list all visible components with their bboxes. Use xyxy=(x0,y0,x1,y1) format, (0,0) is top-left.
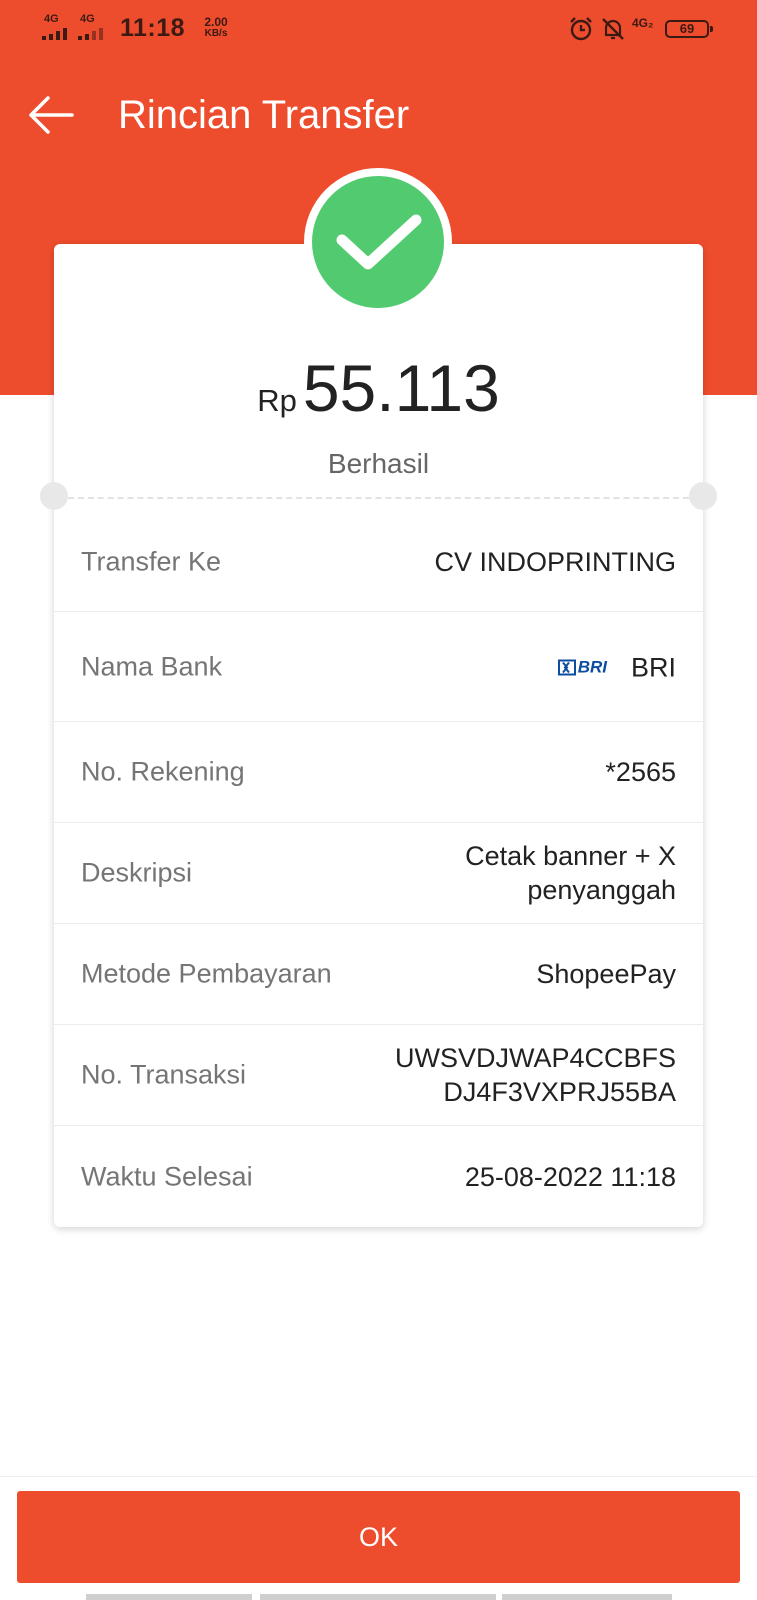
status-time: 11:18 xyxy=(120,14,186,42)
card-notch-left xyxy=(40,482,68,510)
detail-value: Cetak banner + X penyanggah xyxy=(465,841,676,905)
battery-level: 69 xyxy=(679,21,695,36)
card-notch-right xyxy=(689,482,717,510)
speed-value: 2.00 xyxy=(204,15,228,29)
arrow-left-icon xyxy=(29,96,74,134)
detail-label: Waktu Selesai xyxy=(81,1161,253,1191)
status-bar: 4G 4G 11:18 2.00 KB/s 4G₂ 69 xyxy=(0,0,757,60)
currency-label: Rp xyxy=(257,383,297,418)
network-type-1: 4G xyxy=(44,13,59,25)
footer-divider xyxy=(0,1476,757,1477)
nav-bar-segment xyxy=(502,1594,672,1600)
success-badge xyxy=(312,176,444,308)
signal-1-icon: 4G xyxy=(42,14,76,40)
detail-value-bank: BRI BRI xyxy=(346,649,676,684)
check-icon xyxy=(336,214,422,270)
detail-label: No. Transaksi xyxy=(81,1059,247,1090)
detail-label: Metode Pembayaran xyxy=(81,958,332,989)
signal-2-icon: 4G xyxy=(78,14,112,40)
dashed-divider xyxy=(68,497,689,499)
detail-label: Deskripsi xyxy=(81,857,193,888)
page-title: Rincian Transfer xyxy=(118,93,410,137)
bri-logo-icon: BRI xyxy=(557,650,607,684)
speed-unit: KB/s xyxy=(204,28,228,39)
nav-bar-segment xyxy=(260,1594,496,1600)
detail-row-nama-bank: Nama Bank BRI BRI xyxy=(54,612,703,722)
detail-value: ShopeePay xyxy=(536,959,676,989)
detail-row-deskripsi: Deskripsi Cetak banner + X penyanggah xyxy=(54,823,703,924)
bri-logo-text: BRI xyxy=(577,657,607,676)
nav-bar-segment xyxy=(86,1594,252,1600)
detail-value: 25-08-2022 11:18 xyxy=(464,1161,676,1192)
detail-label: Transfer Ke xyxy=(81,546,222,576)
network-type-2: 4G xyxy=(80,13,95,25)
transfer-amount: Rp55.113 xyxy=(0,350,757,426)
detail-row-transfer-ke: Transfer Ke CV INDOPRINTING xyxy=(54,512,703,612)
detail-value: CV INDOPRINTING xyxy=(434,546,676,577)
detail-row-metode-pembayaran: Metode Pembayaran ShopeePay xyxy=(54,924,703,1025)
battery-icon: 69 xyxy=(665,20,713,38)
transfer-status: Berhasil xyxy=(327,448,430,479)
ok-button[interactable]: OK xyxy=(17,1491,740,1583)
detail-label: No. Rekening xyxy=(81,756,245,787)
detail-row-no-transaksi: No. Transaksi UWSVDJWAP4CCBFS DJ4F3VXPRJ… xyxy=(54,1025,703,1126)
notifications-off-icon xyxy=(600,16,626,42)
detail-label: Nama Bank xyxy=(81,651,223,681)
detail-row-waktu-selesai: Waktu Selesai 25-08-2022 11:18 xyxy=(54,1126,703,1227)
alarm-icon xyxy=(568,16,594,42)
detail-value: UWSVDJWAP4CCBFS DJ4F3VXPRJ55BA xyxy=(394,1043,676,1107)
detail-value: *2565 xyxy=(605,757,676,787)
network-speed: 2.00 KB/s xyxy=(196,16,236,40)
back-button[interactable] xyxy=(22,90,82,140)
detail-row-no-rekening: No. Rekening *2565 xyxy=(54,722,703,823)
amount-value: 55.113 xyxy=(302,351,500,425)
bank-name: BRI xyxy=(630,652,676,682)
network-type-right: 4G₂ xyxy=(632,16,654,30)
